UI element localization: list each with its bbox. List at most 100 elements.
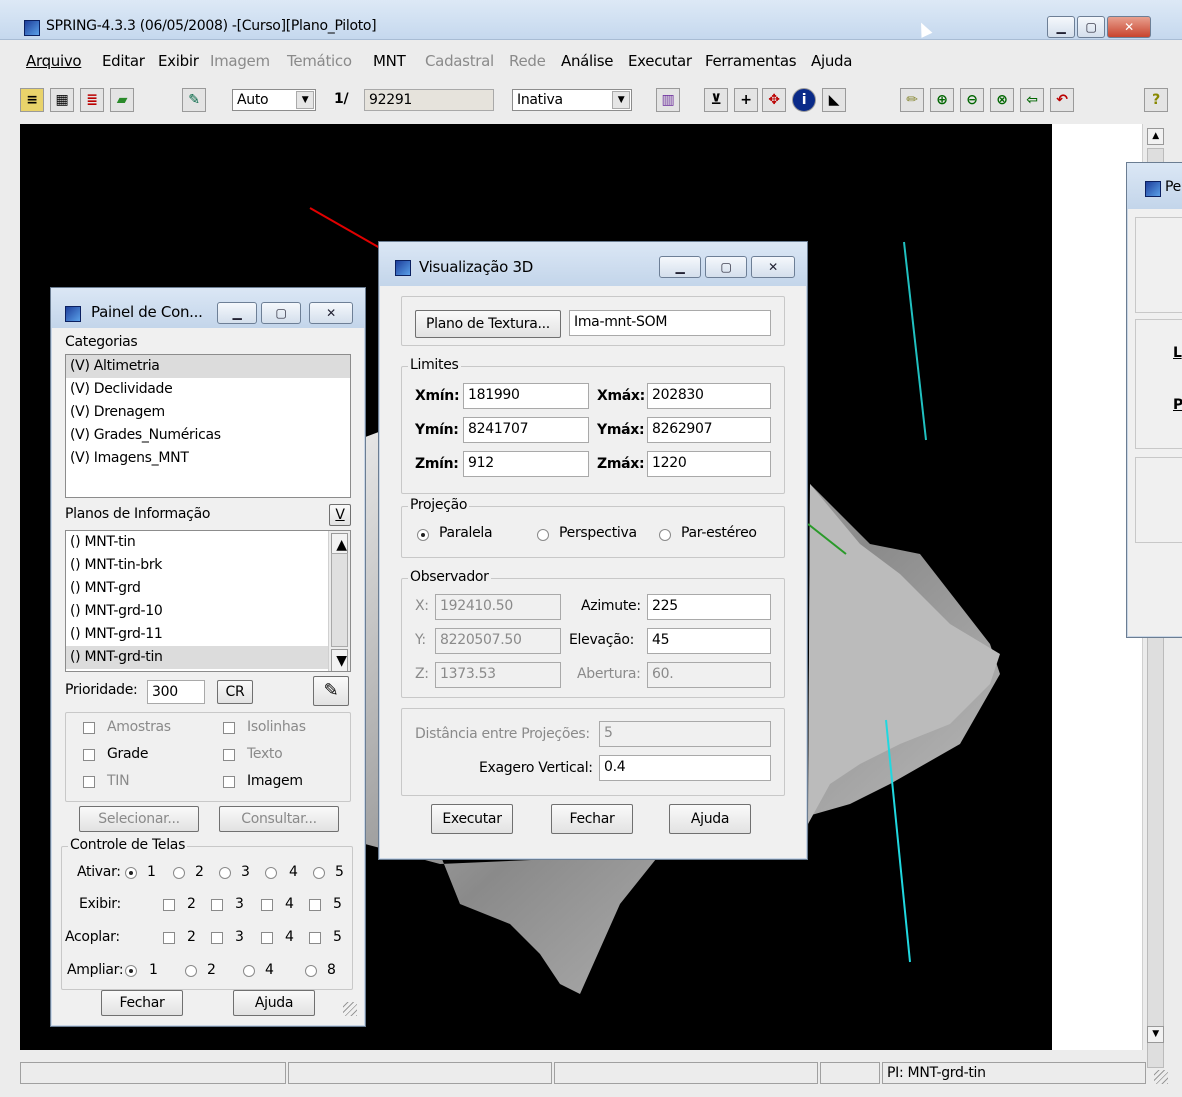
plano-item[interactable]: () MNT-tin-brk [66,554,350,577]
prioridade-input[interactable]: 300 [147,680,205,704]
painel-maximize-button[interactable]: ▢ [261,302,301,324]
ymax-input[interactable]: 8262907 [647,417,771,443]
imagem-checkbox[interactable] [223,776,235,788]
z-input[interactable]: 1373.53 [435,662,561,688]
plano-item[interactable]: () MNT-grd-10 [66,600,350,623]
plane-icon[interactable]: ▰ [110,88,134,112]
ativar-radio-4[interactable] [265,867,277,879]
state-select[interactable]: Inativa ▼ [512,89,632,111]
acoplar-checkbox-5[interactable] [309,932,321,944]
amostras-checkbox[interactable] [83,722,95,734]
menu-editar[interactable]: Editar [102,52,145,70]
categoria-item[interactable]: (V) Grades_Numéricas [66,424,350,447]
menu-tematico[interactable]: Temático [287,52,352,70]
zoom-in-icon[interactable]: ⊕ [930,88,954,112]
ampliar-radio-8[interactable] [305,965,317,977]
tin-checkbox[interactable] [83,776,95,788]
v-button[interactable]: V [329,504,351,526]
plano-textura-input[interactable]: Ima-mnt-SOM [569,310,771,336]
vis3d-close-button[interactable]: ✕ [751,256,795,278]
planos-list[interactable]: () MNT-tin () MNT-tin-brk () MNT-grd () … [65,530,351,672]
layers-icon[interactable]: ≣ [80,88,104,112]
xmin-input[interactable]: 181990 [463,383,589,409]
parestereo-radio[interactable] [659,529,671,541]
vis3d-minimize-button[interactable]: ▁ [659,256,701,278]
categorias-list[interactable]: (V) Altimetria (V) Declividade (V) Drena… [65,354,351,498]
exibir-checkbox-2[interactable] [163,899,175,911]
vis3d-maximize-button[interactable]: ▢ [705,256,747,278]
help-icon[interactable]: ? [1144,88,1168,112]
painel-close-button[interactable]: ✕ [309,302,353,324]
zoom-mode-select[interactable]: Auto ▼ [232,89,316,111]
database-icon[interactable]: ≡ [20,88,44,112]
ativar-radio-5[interactable] [313,867,325,879]
menu-analise[interactable]: Análise [561,52,614,70]
abertura-input[interactable]: 60. [647,662,771,688]
scroll-down-icon[interactable]: ▼ [1147,1026,1164,1043]
plano-item[interactable]: () MNT-grd-tin [66,646,328,669]
categoria-item[interactable]: (V) Altimetria [66,355,350,378]
menu-cadastral[interactable]: Cadastral [425,52,494,70]
ampliar-radio-1[interactable] [125,965,137,977]
menu-exibir[interactable]: Exibir [158,52,199,70]
categoria-item[interactable]: (V) Declividade [66,378,350,401]
painel-ajuda-button[interactable]: Ajuda [233,990,315,1016]
scroll-up-icon[interactable]: ▲ [1147,128,1164,145]
scale-input[interactable]: 92291 [364,89,494,111]
undo-icon[interactable]: ↶ [1050,88,1074,112]
ymin-input[interactable]: 8241707 [463,417,589,443]
texto-checkbox[interactable] [223,749,235,761]
categoria-item[interactable]: (V) Drenagem [66,401,350,424]
minimize-button[interactable]: ▁ [1047,16,1075,38]
executar-button[interactable]: Executar [431,804,513,834]
close-button[interactable]: ✕ [1107,16,1151,38]
consultar-button[interactable]: Consultar... [219,806,339,832]
ativar-radio-1[interactable] [125,867,137,879]
zoom-out-icon[interactable]: ⊖ [960,88,984,112]
pan-icon[interactable]: ✥ [762,88,786,112]
elevacao-input[interactable]: 45 [647,628,771,654]
grade-checkbox[interactable] [83,749,95,761]
scroll-thumb[interactable] [331,553,348,647]
zoom-fit-icon[interactable]: ⊗ [990,88,1014,112]
pencil-icon[interactable]: ✎ [313,676,349,706]
plano-item[interactable]: () MNT-grd [66,577,350,600]
exagero-input[interactable]: 0.4 [599,755,771,781]
menu-imagem[interactable]: Imagem [210,52,270,70]
exibir-checkbox-5[interactable] [309,899,321,911]
acoplar-checkbox-4[interactable] [261,932,273,944]
menu-arquivo[interactable]: Arquivo [26,52,82,70]
painel-minimize-button[interactable]: ▁ [217,302,257,324]
xmax-input[interactable]: 202830 [647,383,771,409]
isolinhas-checkbox[interactable] [223,722,235,734]
zmin-input[interactable]: 912 [463,451,589,477]
azimute-input[interactable]: 225 [647,594,771,620]
scroll-down-icon[interactable]: ▼ [331,649,348,671]
ampliar-radio-2[interactable] [185,965,197,977]
categoria-item[interactable]: (V) Imagens_MNT [66,447,350,470]
plano-item[interactable]: () MNT-grd-11 [66,623,350,646]
x-input[interactable]: 192410.50 [435,594,561,620]
exibir-checkbox-3[interactable] [211,899,223,911]
plano-textura-button[interactable]: Plano de Textura... [415,310,561,338]
zmax-input[interactable]: 1220 [647,451,771,477]
cr-button[interactable]: CR [217,680,253,704]
plus-icon[interactable]: + [734,88,758,112]
draw-line-icon[interactable]: ⊻ [704,88,728,112]
vis3d-fechar-button[interactable]: Fechar [551,804,633,834]
ampliar-radio-4[interactable] [243,965,255,977]
ativar-radio-3[interactable] [219,867,231,879]
resize-grip-icon[interactable] [343,1002,357,1016]
pencil-icon[interactable]: ✏ [900,88,924,112]
y-input[interactable]: 8220507.50 [435,628,561,654]
ativar-radio-2[interactable] [173,867,185,879]
menu-rede[interactable]: Rede [509,52,546,70]
menu-executar[interactable]: Executar [628,52,692,70]
menu-ferramentas[interactable]: Ferramentas [705,52,797,70]
resize-grip-icon[interactable] [1154,1070,1168,1084]
distancia-input[interactable]: 5 [599,721,771,747]
planos-scrollbar[interactable]: ▲ ▼ [328,531,350,671]
vis3d-ajuda-button[interactable]: Ajuda [669,804,751,834]
perspectiva-radio[interactable] [537,529,549,541]
paralela-radio[interactable] [417,529,429,541]
